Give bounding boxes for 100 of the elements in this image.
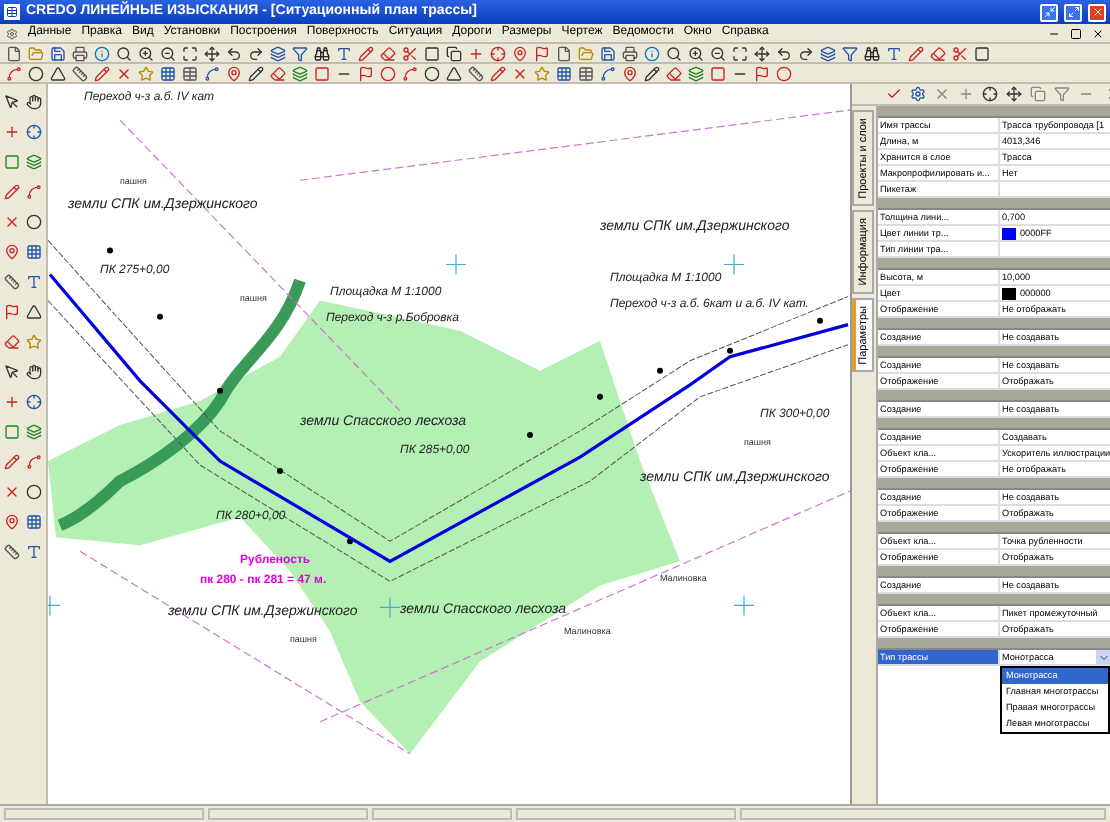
text-icon[interactable] — [334, 43, 354, 63]
copy-icon[interactable] — [444, 43, 464, 63]
curve-icon[interactable] — [23, 182, 43, 202]
eraser-icon[interactable] — [378, 43, 398, 63]
filter-icon[interactable] — [840, 43, 860, 63]
pencil-icon[interactable] — [488, 63, 508, 83]
circle-icon[interactable] — [378, 63, 398, 83]
curve-icon[interactable] — [400, 63, 420, 83]
triangle-icon[interactable] — [23, 302, 43, 322]
move-icon[interactable] — [202, 43, 222, 63]
eraser-icon[interactable] — [928, 43, 948, 63]
eraser-icon[interactable] — [268, 63, 288, 83]
ruler-icon[interactable] — [70, 63, 90, 83]
redo-icon[interactable] — [796, 43, 816, 63]
folder-icon[interactable] — [576, 43, 596, 63]
move-icon[interactable] — [1004, 84, 1024, 104]
curve-icon[interactable] — [598, 63, 618, 83]
ruler-icon[interactable] — [2, 542, 22, 562]
delete-icon[interactable] — [932, 84, 952, 104]
pin-icon[interactable] — [2, 512, 22, 532]
crosshair-icon[interactable] — [23, 122, 43, 142]
binoculars-icon[interactable] — [312, 43, 332, 63]
grid-icon[interactable] — [554, 63, 574, 83]
check-icon[interactable] — [884, 84, 904, 104]
binoculars-icon[interactable] — [862, 43, 882, 63]
text-icon[interactable] — [23, 272, 43, 292]
undo-icon[interactable] — [774, 43, 794, 63]
printer-icon[interactable] — [620, 43, 640, 63]
search-icon[interactable] — [664, 43, 684, 63]
minimize-button[interactable] — [1040, 3, 1058, 21]
circle-icon[interactable] — [26, 63, 46, 83]
filter-icon[interactable] — [290, 43, 310, 63]
layers-icon[interactable] — [290, 63, 310, 83]
curve-icon[interactable] — [23, 452, 43, 472]
flag-icon[interactable] — [2, 302, 22, 322]
grid-icon[interactable] — [23, 512, 43, 532]
plus-icon[interactable] — [2, 392, 22, 412]
layers-icon[interactable] — [23, 152, 43, 172]
curve-icon[interactable] — [4, 63, 24, 83]
square-icon[interactable] — [2, 152, 22, 172]
square-icon[interactable] — [2, 422, 22, 442]
move-icon[interactable] — [752, 43, 772, 63]
table-icon[interactable] — [576, 63, 596, 83]
pencil-icon[interactable] — [906, 43, 926, 63]
pencil-icon[interactable] — [92, 63, 112, 83]
crosshair-icon[interactable] — [488, 43, 508, 63]
search-icon[interactable] — [114, 43, 134, 63]
grid-icon[interactable] — [23, 242, 43, 262]
pencil-icon[interactable] — [356, 43, 376, 63]
scissors-icon[interactable] — [400, 43, 420, 63]
eraser-icon[interactable] — [664, 63, 684, 83]
pin-icon[interactable] — [620, 63, 640, 83]
pin-icon[interactable] — [510, 43, 530, 63]
delete-icon[interactable] — [2, 212, 22, 232]
undo-icon[interactable] — [224, 43, 244, 63]
triangle-icon[interactable] — [48, 63, 68, 83]
layers-icon[interactable] — [818, 43, 838, 63]
layers-icon[interactable] — [268, 43, 288, 63]
zoom-extent-icon[interactable] — [180, 43, 200, 63]
star-icon[interactable] — [23, 332, 43, 352]
pointer-icon[interactable] — [2, 362, 22, 382]
zoom-out-icon[interactable] — [708, 43, 728, 63]
file-icon[interactable] — [554, 43, 574, 63]
eraser-icon[interactable] — [2, 332, 22, 352]
printer-icon[interactable] — [70, 43, 90, 63]
square-icon[interactable] — [972, 43, 992, 63]
square-icon[interactable] — [422, 43, 442, 63]
text-icon[interactable] — [884, 43, 904, 63]
hand-icon[interactable] — [23, 362, 43, 382]
pointer-icon[interactable] — [2, 92, 22, 112]
table-icon[interactable] — [180, 63, 200, 83]
restore-icon[interactable] — [1070, 27, 1082, 39]
layers-icon[interactable] — [686, 63, 706, 83]
pin-icon[interactable] — [224, 63, 244, 83]
zoom-in-icon[interactable] — [686, 43, 706, 63]
info-icon[interactable] — [92, 43, 112, 63]
dropdown-arrow-icon[interactable] — [1096, 650, 1110, 664]
flag-icon[interactable] — [532, 43, 552, 63]
info-icon[interactable] — [642, 43, 662, 63]
pencil-icon[interactable] — [2, 452, 22, 472]
plus-icon[interactable] — [2, 122, 22, 142]
file-icon[interactable] — [4, 43, 24, 63]
curve-icon[interactable] — [202, 63, 222, 83]
crosshair-icon[interactable] — [980, 84, 1000, 104]
pencil-icon[interactable] — [246, 63, 266, 83]
save-icon[interactable] — [598, 43, 618, 63]
ruler-icon[interactable] — [466, 63, 486, 83]
pencil-icon[interactable] — [642, 63, 662, 83]
maximize-button[interactable] — [1064, 3, 1082, 21]
settings-icon[interactable] — [908, 84, 928, 104]
redo-icon[interactable] — [246, 43, 266, 63]
minimize-icon[interactable] — [1048, 27, 1060, 39]
star-icon[interactable] — [136, 63, 156, 83]
flag-icon[interactable] — [752, 63, 772, 83]
hand-icon[interactable] — [23, 92, 43, 112]
close-button[interactable] — [1088, 3, 1106, 21]
save-icon[interactable] — [48, 43, 68, 63]
pencil-icon[interactable] — [2, 182, 22, 202]
zoom-extent-icon[interactable] — [730, 43, 750, 63]
star-icon[interactable] — [532, 63, 552, 83]
